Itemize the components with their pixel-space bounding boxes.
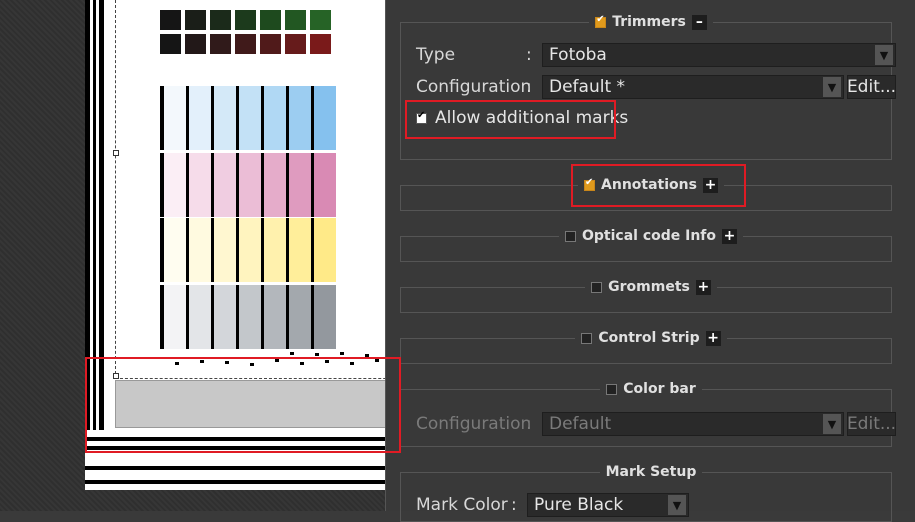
grommets-title: Grommets [608,279,690,295]
color-bar-header: Color bar [386,379,915,399]
trimmers-title: Trimmers [612,14,686,30]
type-select[interactable]: Fotoba ▼ [542,43,896,67]
chevron-down-icon: ▼ [875,45,893,65]
type-row: Type : Fotoba ▼ [416,43,896,67]
optical-header[interactable]: Optical code Info + [386,226,915,246]
color-bar-title: Color bar [623,381,696,397]
magenta-strip [160,153,336,217]
swatch-row [160,10,331,30]
type-label: Type [416,45,456,65]
yellow-strip [160,218,336,282]
chevron-down-icon: ▼ [823,77,841,97]
highlight-annotations [571,164,746,207]
chevron-down-icon: ▼ [823,414,841,434]
expand-icon[interactable]: + [705,330,721,346]
mark-color-label: Mark Color [416,495,508,515]
crop-line [85,466,385,470]
mark-setup-title: Mark Setup [605,464,697,480]
highlight-color-bar-preview [85,357,401,453]
optical-title: Optical code Info [581,228,717,244]
swatch-row [160,34,331,54]
color-bar-config-select[interactable]: Default ▼ [542,412,844,436]
grommets-checkbox[interactable] [591,281,603,293]
mark-setup-header: Mark Setup [386,462,915,482]
trimmers-checkbox[interactable] [595,14,607,28]
grommets-header[interactable]: Grommets + [386,277,915,297]
settings-panel: Trimmers – Type : Fotoba ▼ Configuration… [385,0,915,522]
cyan-strip [160,86,336,150]
trimmers-header: Trimmers – [386,12,915,32]
chevron-down-icon: ▼ [668,495,686,515]
expand-icon[interactable]: + [722,228,738,244]
highlight-allow-marks [405,100,616,139]
color-bar-config-label: Configuration [416,414,532,434]
collapse-icon[interactable]: – [691,14,707,30]
edit-button[interactable]: Edit... [847,75,896,99]
mark-color-select[interactable]: Pure Black ▼ [527,493,689,517]
color-bar-edit-button[interactable]: Edit... [847,412,896,436]
configuration-row: Configuration : Default * ▼ Edit... [416,75,897,99]
control-strip-header[interactable]: Control Strip + [386,328,915,348]
crop-line [85,480,385,484]
control-strip-title: Control Strip [598,330,700,346]
expand-icon[interactable]: + [695,279,711,295]
color-bar-checkbox[interactable] [606,383,618,395]
gray-strip [160,285,336,349]
optical-checkbox[interactable] [564,230,576,242]
mark-color-row: Mark Color : Pure Black ▼ [416,493,689,517]
color-bar-config-row: Configuration : Default ▼ Edit... [416,412,897,436]
configuration-select[interactable]: Default * ▼ [542,75,844,99]
configuration-label: Configuration [416,77,532,97]
control-strip-checkbox[interactable] [581,332,593,344]
frame-handle[interactable] [113,150,119,156]
